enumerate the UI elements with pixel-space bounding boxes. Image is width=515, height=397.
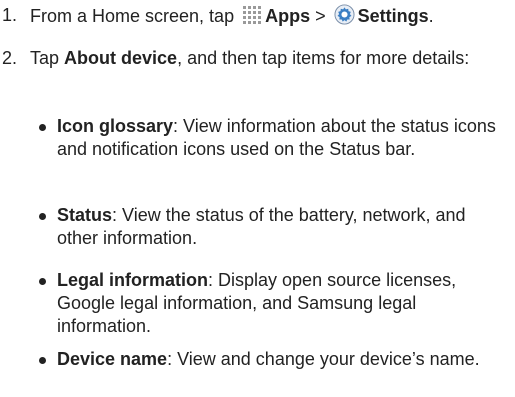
list-item-term: Icon glossary <box>57 116 174 136</box>
settings-gear-icon <box>334 4 355 31</box>
bullet-dot <box>39 124 46 131</box>
about-device-label: About device <box>64 48 178 68</box>
list-item-term: Status <box>57 205 113 225</box>
list-item: Status: View the status of the battery, … <box>30 204 515 250</box>
step-1-prefix: From a Home screen, tap <box>30 6 235 26</box>
step-text: From a Home screen, tap Apps > Settings. <box>30 4 510 31</box>
list-item-description: : View and change your device’s name. <box>167 349 480 369</box>
menu-separator: > <box>315 6 326 26</box>
settings-label: Settings <box>357 6 429 26</box>
bullet-dot <box>39 278 46 285</box>
step-number: 1. <box>2 5 18 25</box>
step-text: Tap About device, and then tap items for… <box>30 47 490 70</box>
step-1: 1. From a Home screen, tap Apps > Settin… <box>0 4 515 28</box>
list-item-term: Legal information <box>57 270 209 290</box>
step-2-prefix: Tap <box>30 48 60 68</box>
list-item-text: Status: View the status of the battery, … <box>57 204 509 250</box>
list-item-text: Legal information: Display open source l… <box>57 269 509 338</box>
list-item: Device name: View and change your device… <box>30 348 515 394</box>
list-item: Icon glossary: View information about th… <box>30 115 515 185</box>
list-item-text: Device name: View and change your device… <box>57 348 497 371</box>
bullet-dot <box>39 213 46 220</box>
apps-grid-icon <box>242 5 262 31</box>
list-item: Legal information: Display open source l… <box>30 269 515 339</box>
step-2: 2. Tap About device, and then tap items … <box>0 47 515 95</box>
step-2-suffix: , and then tap items for more details: <box>177 48 470 68</box>
list-item-term: Device name <box>57 349 168 369</box>
list-item-text: Icon glossary: View information about th… <box>57 115 509 161</box>
apps-label: Apps <box>265 6 311 26</box>
list-item-description: : View the status of the battery, networ… <box>57 205 466 248</box>
step-number: 2. <box>2 48 18 68</box>
bullet-dot <box>39 357 46 364</box>
step-1-suffix: . <box>428 6 434 26</box>
